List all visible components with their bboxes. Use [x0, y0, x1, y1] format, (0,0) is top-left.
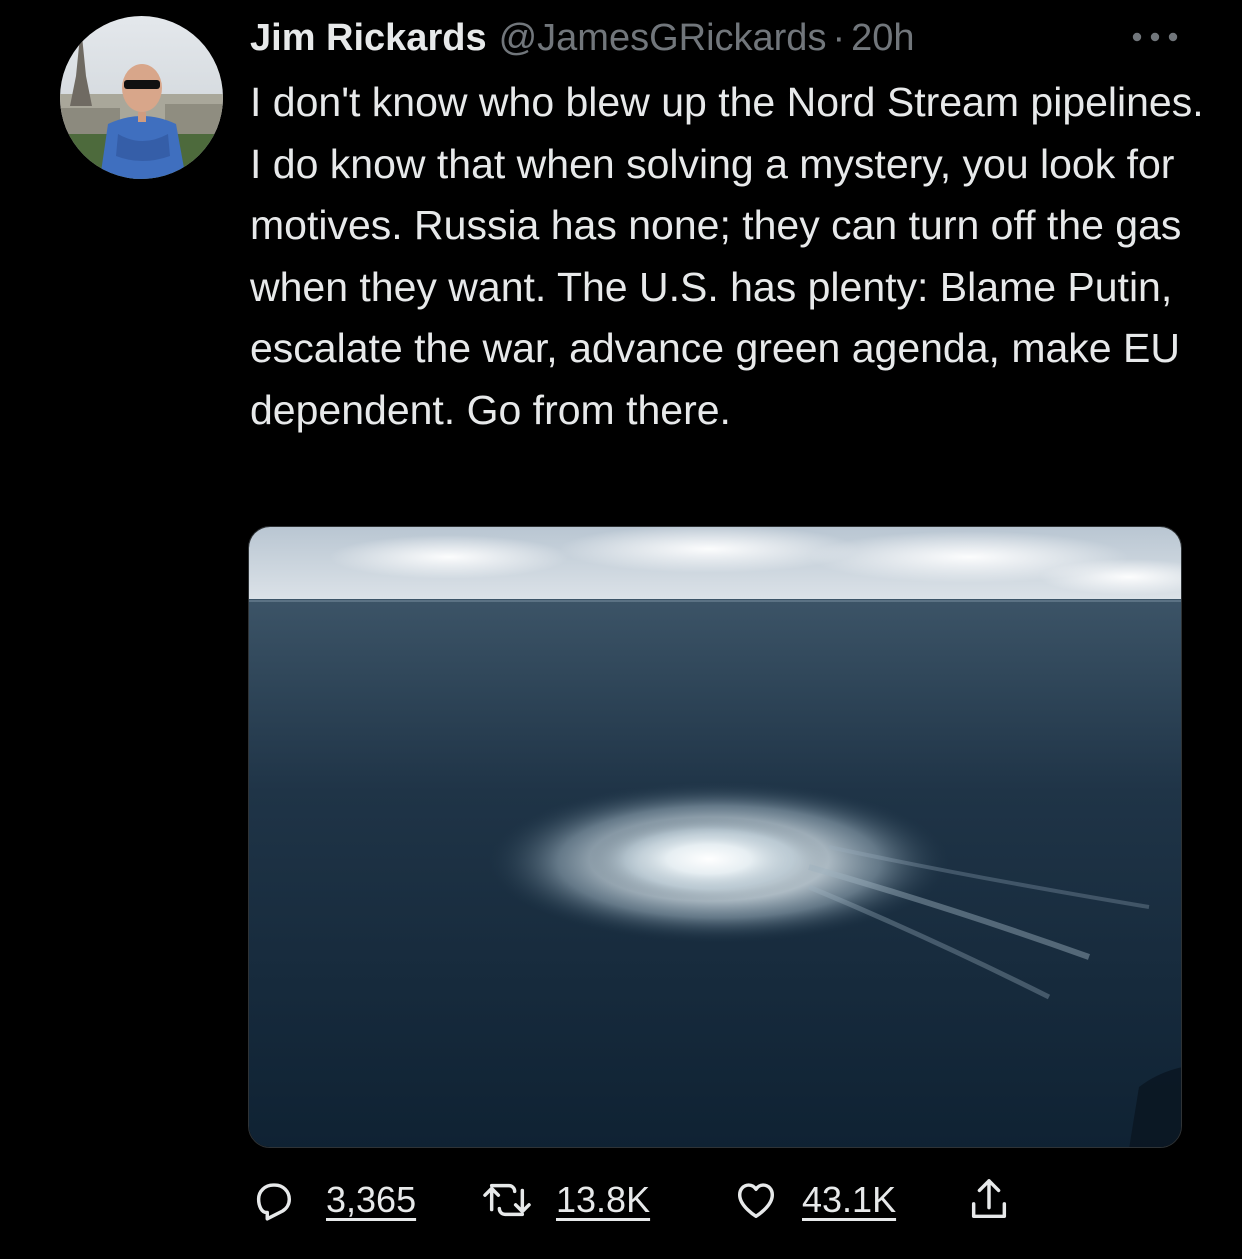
share-icon: [971, 1179, 1007, 1219]
reply-count: 3,365: [326, 1179, 417, 1220]
author-name[interactable]: Jim Rickards: [250, 17, 487, 59]
retweet-icon: [483, 1183, 531, 1217]
tweet-actions: 3,365 13.8K 43.1K: [250, 1170, 1150, 1230]
retweet-button[interactable]: 13.8K: [480, 1170, 650, 1230]
retweet-count: 13.8K: [556, 1179, 651, 1220]
share-button[interactable]: [966, 1170, 1012, 1230]
tweet[interactable]: Jim Rickards @JamesGRickards · 20h I don't …: [0, 0, 1242, 1259]
more-options-button[interactable]: [1128, 22, 1182, 52]
tweet-media-photo[interactable]: [248, 526, 1182, 1148]
tweet-header: Jim Rickards @JamesGRickards · 20h: [250, 12, 915, 64]
tweet-timestamp[interactable]: 20h: [851, 17, 914, 59]
photo-sea-gas-leak: [249, 527, 1181, 1147]
like-button[interactable]: 43.1K: [732, 1170, 896, 1230]
separator-dot: ·: [832, 17, 846, 59]
like-count: 43.1K: [802, 1179, 897, 1220]
author-handle[interactable]: @JamesGRickards: [499, 17, 827, 59]
tweet-text: I don't know who blew up the Nord Stream…: [250, 79, 1204, 433]
author-avatar[interactable]: [60, 16, 223, 179]
heart-icon: [737, 1183, 775, 1219]
avatar-image: [60, 16, 223, 179]
more-icon: [1132, 32, 1178, 42]
reply-icon: [256, 1183, 292, 1221]
reply-button[interactable]: 3,365: [250, 1170, 416, 1230]
